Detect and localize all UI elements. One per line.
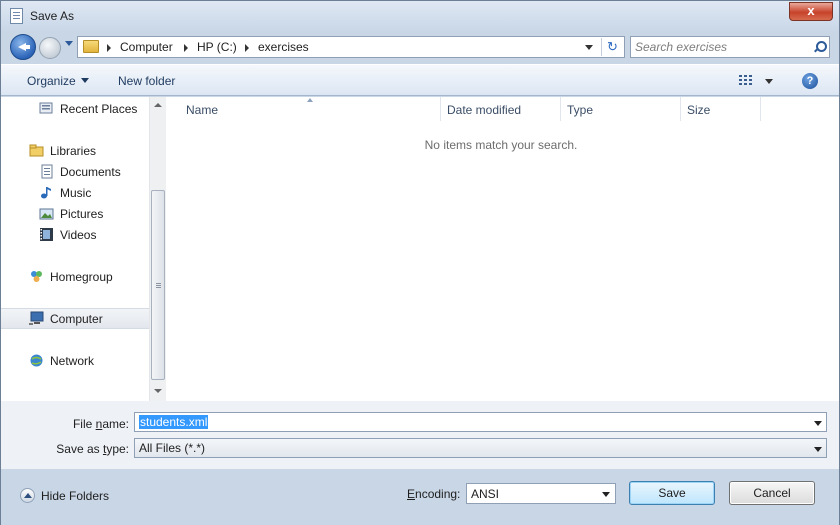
organize-label: Organize [27,74,76,88]
chevron-down-icon[interactable] [602,492,610,497]
filename-value[interactable]: students.xml [137,414,210,430]
sidebar-item-label: Documents [60,165,121,179]
sidebar-item-computer[interactable]: Computer [1,308,149,329]
filename-field[interactable]: students.xml [134,412,827,432]
view-options-dropdown-icon[interactable] [765,79,773,84]
title-bar[interactable]: Save As x [1,1,839,31]
column-divider[interactable] [440,97,441,121]
sidebar-item-label: Homegroup [50,270,113,284]
column-divider[interactable] [560,97,561,121]
sidebar-item-music[interactable]: Music [1,183,149,203]
sidebar-item-homegroup[interactable]: Homegroup [1,267,149,287]
encoding-label: Encoding: [407,487,461,501]
sidebar-item-libraries[interactable]: Libraries [1,141,149,161]
hide-folders-label: Hide Folders [41,489,110,503]
refresh-icon: ↻ [607,39,618,54]
network-icon [29,353,44,368]
notepad-icon [10,8,23,24]
help-button[interactable]: ? [802,73,818,89]
grip-icon [156,283,161,284]
documents-icon [39,164,54,179]
chevron-up-icon [20,488,35,503]
breadcrumb-arrow-icon[interactable] [107,44,111,52]
view-list-icon [739,75,753,77]
dialog-footer: Hide Folders Encoding: ANSI Save Cancel [1,469,839,525]
save-as-dialog: Save As x Computer HP (C:) exercises ↻ O… [0,0,840,525]
search-icon[interactable] [813,40,827,54]
sidebar-item-network[interactable]: Network [1,351,149,371]
encoding-value: ANSI [471,487,500,501]
sidebar-item-label: Music [60,186,92,200]
encoding-select[interactable]: ANSI [466,483,616,504]
navigation-pane: Recent Places Libraries Documents Music … [1,97,166,401]
music-icon [39,185,54,200]
sidebar-item-label: Pictures [60,207,104,221]
column-header-date-modified[interactable]: Date modified [447,103,521,117]
breadcrumb-computer[interactable]: Computer [120,40,173,54]
view-list-icon [739,79,753,81]
folder-icon [83,40,99,53]
scrollbar-thumb[interactable] [151,190,165,380]
column-divider[interactable] [680,97,681,121]
close-button[interactable]: x [789,2,833,21]
recent-pages-dropdown-icon[interactable] [65,41,73,46]
save-button[interactable]: Save [629,481,715,505]
cancel-button[interactable]: Cancel [729,481,815,505]
empty-folder-message: No items match your search. [424,138,578,152]
recent-places-icon [39,101,54,116]
sidebar-item-recent-places[interactable]: Recent Places [1,99,149,119]
new-folder-button[interactable]: New folder [118,74,175,88]
column-header-type[interactable]: Type [567,103,593,117]
save-as-type-value: All Files (*.*) [139,441,206,455]
save-form: File name: students.xml Save as type: Al… [1,401,839,469]
breadcrumb-arrow-icon[interactable] [184,44,188,52]
column-header-size[interactable]: Size [687,103,710,117]
computer-icon [29,311,44,326]
sidebar-item-label: Libraries [50,144,97,158]
sidebar-item-label: Network [50,354,95,368]
scroll-up-icon[interactable] [154,103,162,107]
sidebar-item-videos[interactable]: Videos [1,225,149,245]
sidebar-item-label: Videos [60,228,97,242]
organize-button[interactable]: Organize [27,74,89,88]
homegroup-icon [29,269,44,284]
save-as-type-select[interactable]: All Files (*.*) [134,438,827,458]
chevron-down-icon[interactable] [814,447,822,452]
back-button[interactable] [10,34,36,60]
scroll-down-icon[interactable] [154,389,162,393]
search-box[interactable] [630,36,830,58]
column-divider[interactable] [760,97,761,121]
breadcrumb-exercises[interactable]: exercises [258,40,309,54]
view-list-icon [739,83,753,85]
navigation-scrollbar[interactable] [149,97,166,401]
libraries-icon [29,143,44,158]
sidebar-item-label: Computer [50,312,103,326]
address-dropdown-icon[interactable] [585,45,593,50]
save-as-type-label: Save as type: [56,442,129,456]
change-view-button[interactable] [739,75,755,87]
window-title: Save As [30,9,75,23]
sidebar-item-documents[interactable]: Documents [1,162,149,182]
breadcrumb-drive[interactable]: HP (C:) [197,40,237,54]
navigation-bar: Computer HP (C:) exercises ↻ [1,31,839,63]
chevron-down-icon[interactable] [814,421,822,426]
sidebar-item-label: Recent Places [60,102,138,116]
breadcrumb-arrow-icon[interactable] [245,44,249,52]
sidebar-item-pictures[interactable]: Pictures [1,204,149,224]
forward-button[interactable] [39,37,61,59]
sort-ascending-icon [307,98,313,102]
filename-label: File name: [72,417,129,431]
refresh-button[interactable]: ↻ [601,38,623,56]
search-input[interactable] [635,39,805,55]
command-bar: Organize New folder ? [1,64,839,96]
column-header-name[interactable]: Name [186,103,218,117]
pictures-icon [39,206,54,221]
videos-icon [39,227,54,242]
address-bar[interactable]: Computer HP (C:) exercises ↻ [77,36,625,58]
file-list[interactable]: Name Date modified Type Size No items ma… [166,97,839,401]
chevron-down-icon [80,78,89,83]
